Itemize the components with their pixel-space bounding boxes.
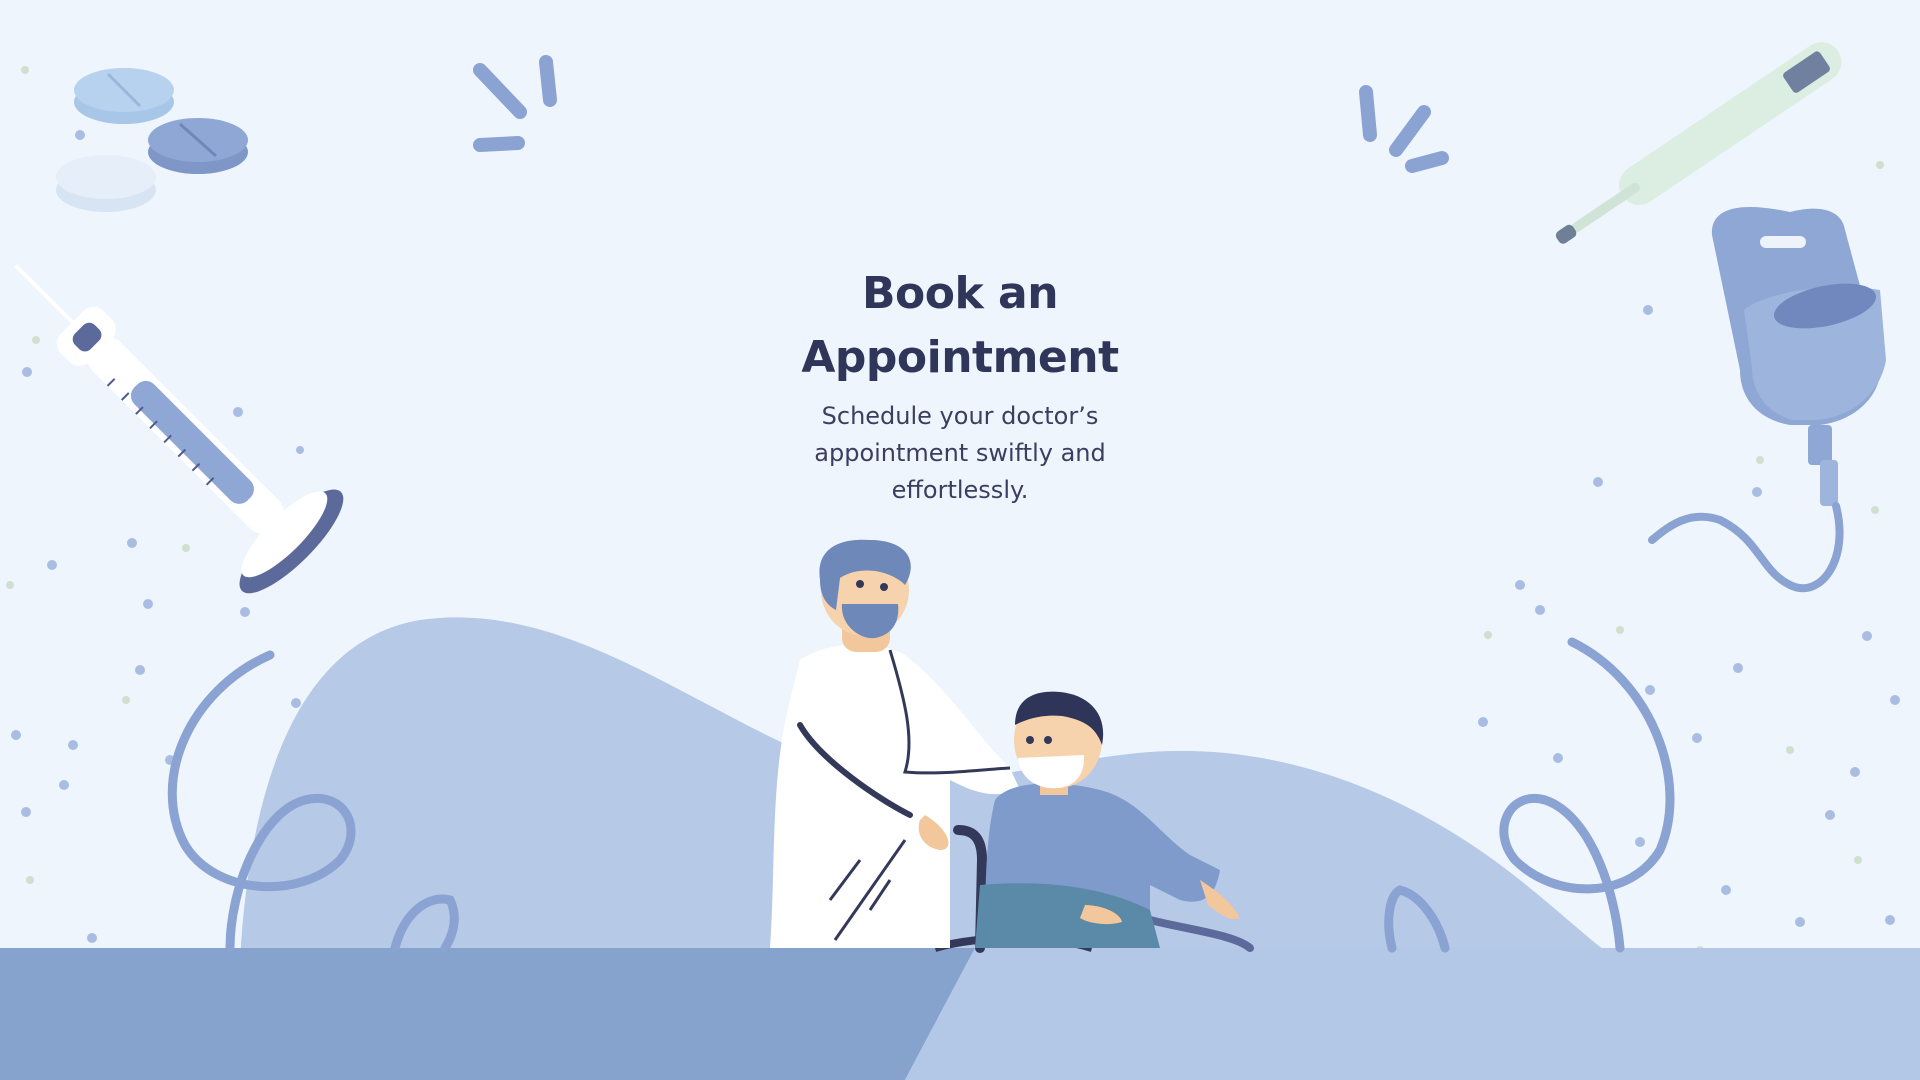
page-title-line-1: Book an [861, 268, 1059, 319]
sparkle-right-icon [1359, 85, 1449, 173]
hero-section: Book an Appointment Schedule your doctor… [660, 262, 1260, 509]
background-illustration [0, 42, 1920, 1080]
page-title-line-2: Appointment [801, 332, 1119, 383]
syringe-icon [14, 264, 344, 594]
page-subtitle: Schedule your doctor’s appointment swift… [814, 402, 1106, 504]
floor-light [905, 948, 1920, 1080]
page-title: Book an Appointment [660, 262, 1260, 390]
floor-dark [0, 948, 975, 1080]
sparkle-left-icon [473, 55, 557, 152]
iv-bag-icon [1648, 206, 1886, 593]
pills-icon [56, 68, 248, 212]
